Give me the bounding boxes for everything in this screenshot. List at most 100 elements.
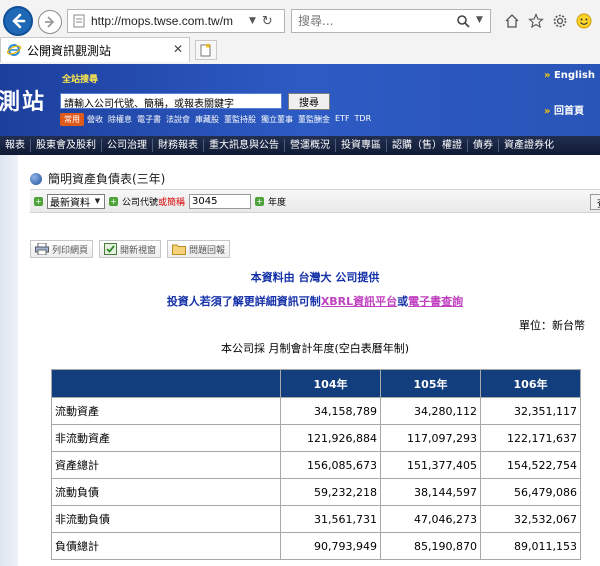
chevron-down-icon[interactable]: ▼ <box>476 15 483 25</box>
folder-icon <box>172 244 187 255</box>
new-window-label: 開新視窗 <box>120 245 157 256</box>
smiley-icon[interactable] <box>575 12 593 30</box>
nav-item-shareholders-dividends[interactable]: 股東會及股利 <box>31 139 102 152</box>
table-cell: 34,280,112 <box>380 397 481 425</box>
gear-icon[interactable] <box>551 12 569 30</box>
address-bar[interactable]: http://mops.twse.com.tw/m ▼ ↻ <box>67 9 285 33</box>
table-row: 非流動資產 121,926,884 117,097,293 122,171,63… <box>51 424 581 452</box>
chevron-down-icon[interactable]: ▼ <box>249 16 256 26</box>
new-tab-icon <box>200 43 211 57</box>
table-header-cell: 105年 <box>380 369 481 398</box>
table-row: 負債總計 90,793,949 85,190,870 89,011,153 <box>51 532 581 560</box>
home-link-label[interactable]: 回首頁 <box>554 106 584 117</box>
forward-button[interactable] <box>38 10 62 34</box>
quick-link[interactable]: 庫藏股 <box>195 114 219 125</box>
table-cell: 151,377,405 <box>380 451 481 479</box>
table-cell: 32,532,067 <box>480 505 581 533</box>
page-icon <box>73 14 85 28</box>
row-label: 流動資產 <box>51 397 281 425</box>
star-icon[interactable] <box>527 12 545 30</box>
close-icon[interactable]: ✕ <box>173 42 183 56</box>
feedback-label: 問題回報 <box>189 245 226 256</box>
home-icon[interactable] <box>503 12 521 30</box>
quick-link[interactable]: TDR <box>355 114 372 125</box>
new-window-button[interactable]: 開新視窗 <box>99 240 162 258</box>
table-cell: 34,158,789 <box>280 397 381 425</box>
plus-icon: + <box>34 196 43 206</box>
quick-link[interactable]: 營收 <box>87 114 103 125</box>
browser-tab[interactable]: 公開資訊觀測站 ✕ <box>0 37 190 62</box>
table-header-cell: 106年 <box>480 369 581 398</box>
fiscal-basis-text: 本公司採 月制會計年度(空白表曆年制) <box>220 342 410 355</box>
nav-item-investment[interactable]: 投資專區 <box>336 139 387 152</box>
table-cell: 31,561,731 <box>280 505 381 533</box>
back-button[interactable] <box>3 6 33 36</box>
table-header-cell <box>51 369 281 398</box>
english-link[interactable]: » English <box>544 70 595 81</box>
table-cell: 121,926,884 <box>280 424 381 452</box>
data-period-value: 最新資料 <box>50 197 90 209</box>
table-header-cell: 104年 <box>280 369 381 398</box>
unit-label: 單位：新台幣 <box>519 319 585 332</box>
quick-link[interactable]: ETF <box>335 114 350 125</box>
row-label: 流動負債 <box>51 478 281 506</box>
page-title: 簡明資產負債表(三年) <box>48 172 166 186</box>
new-tab-button[interactable] <box>195 40 217 60</box>
keyword-input[interactable]: 請輸入公司代號、簡稱，或報表關鍵字 <box>60 93 282 110</box>
quick-link[interactable]: 獨立董事 <box>261 114 293 125</box>
site-search-button[interactable]: 搜尋 <box>288 93 330 110</box>
main-nav: 報表 股東會及股利 公司治理 財務報表 重大訊息與公告 營運概況 投資專區 認購… <box>0 136 600 155</box>
xbrl-prefix: 投資人若須了解更詳細資訊可制 <box>166 295 321 308</box>
feedback-button[interactable]: 問題回報 <box>167 240 231 258</box>
table-row: 資產總計 156,085,673 151,377,405 154,522,754 <box>51 451 581 479</box>
quick-links: 營收 除權息 電子書 法說會 庫藏股 董監持股 獨立董事 董監酬金 ETF TD… <box>87 114 371 125</box>
plus-icon: + <box>255 196 265 206</box>
site-logo[interactable]: 測站 <box>0 84 46 116</box>
print-button[interactable]: 列印網頁 <box>30 240 94 258</box>
data-period-select[interactable]: 最新資料 ▼ <box>47 193 105 209</box>
address-url[interactable]: http://mops.twse.com.tw/m <box>91 14 247 28</box>
quick-link[interactable]: 電子書 <box>137 114 161 125</box>
nav-item-warrants[interactable]: 認購（售）權證 <box>387 139 468 152</box>
chevron-down-icon[interactable]: ▼ <box>92 196 103 207</box>
table-cell: 59,232,218 <box>280 478 381 506</box>
tab-title: 公開資訊觀測站 <box>27 43 112 58</box>
ebook-query-link[interactable]: 電子書查詢 <box>408 295 463 308</box>
year-label: 年度 <box>268 197 287 208</box>
xbrl-platform-link[interactable]: XBRL資訊平台 <box>321 295 397 308</box>
row-label: 負債總計 <box>51 532 281 560</box>
quick-link[interactable]: 除權息 <box>108 114 132 125</box>
nav-item-operations[interactable]: 營運概況 <box>285 139 336 152</box>
row-label: 非流動資產 <box>51 424 281 452</box>
nav-item-bonds[interactable]: 債券 <box>468 139 499 152</box>
table-row: 流動負債 59,232,218 38,144,597 56,479,086 <box>51 478 581 506</box>
table-cell: 56,479,086 <box>480 478 581 506</box>
quick-link[interactable]: 法說會 <box>166 114 190 125</box>
browser-search-input[interactable] <box>298 14 448 28</box>
quick-link[interactable]: 董監持股 <box>224 114 256 125</box>
common-badge: 常用 <box>60 113 84 126</box>
arrow-right-icon <box>45 16 55 28</box>
search-icon[interactable] <box>456 14 470 28</box>
nav-item-corporate-governance[interactable]: 公司治理 <box>102 139 153 152</box>
nav-item-securitization[interactable]: 資產證券化 <box>499 139 559 152</box>
company-code-input[interactable]: 3045 <box>189 193 252 209</box>
nav-item-material-info[interactable]: 重大訊息與公告 <box>204 139 285 152</box>
browser-search-box[interactable]: ▼ <box>291 9 491 33</box>
table-cell: 85,190,870 <box>380 532 481 560</box>
quick-link[interactable]: 董監酬金 <box>298 114 330 125</box>
home-link[interactable]: » 回首頁 <box>544 102 584 117</box>
table-header-row: 104年 105年 106年 <box>51 369 581 398</box>
print-label: 列印網頁 <box>52 245 89 256</box>
nav-item-reports[interactable]: 報表 <box>0 139 31 152</box>
printer-icon <box>35 243 49 255</box>
filter-bar: + 最新資料 ▼ + 公司代號或簡稱 3045 + 年度 查詢 <box>30 189 600 213</box>
globe-bullet-icon <box>30 172 42 185</box>
xbrl-or: 或 <box>397 295 409 308</box>
xbrl-info-line: 投資人若須了解更詳細資訊可制XBRL資訊平台或電子書查詢 <box>0 293 600 309</box>
refresh-icon[interactable]: ↻ <box>262 14 273 29</box>
nav-item-financial-statements[interactable]: 財務報表 <box>153 139 204 152</box>
query-button[interactable]: 查詢 <box>590 194 600 210</box>
table-cell: 32,351,117 <box>480 397 581 425</box>
english-link-label[interactable]: English <box>554 70 595 81</box>
